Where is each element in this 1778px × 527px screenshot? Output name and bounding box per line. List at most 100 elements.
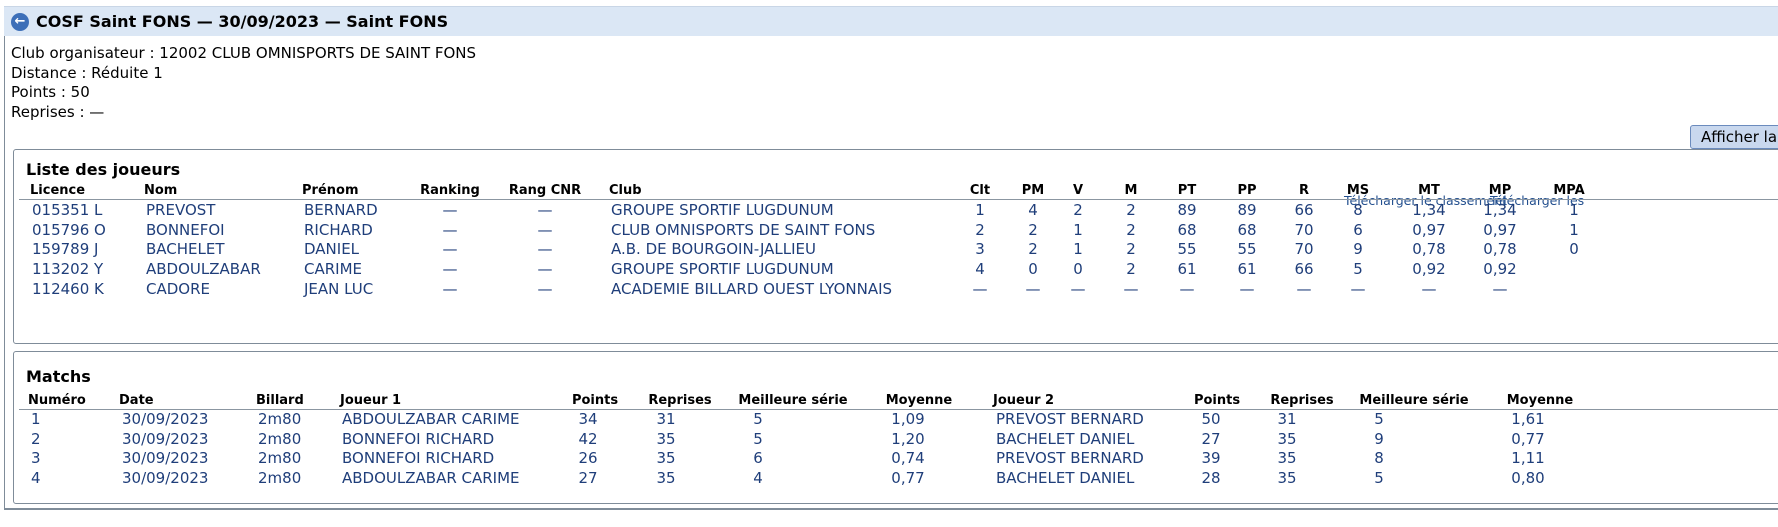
player-header-3: Ranking	[420, 183, 480, 198]
player-cell: PREVOST	[146, 201, 216, 219]
player-header-7: PM	[1021, 183, 1045, 198]
player-row[interactable]: 015351 L PREVOST BERNARD — — GROUPE SPORTIF L…	[14, 201, 1778, 221]
match-cell: BACHELET DANIEL	[996, 469, 1135, 488]
player-cell: —	[442, 201, 458, 219]
player-cell: 5	[1353, 260, 1363, 279]
match-cell: BONNEFOI RICHARD	[342, 429, 495, 448]
players-panel: Liste des joueurs Télécharger le classem…	[13, 149, 1778, 344]
player-row[interactable]: 159789 J BACHELET DANIEL — — A.B. DE BOURGOIN…	[14, 240, 1778, 260]
player-row[interactable]: 112460 K CADORE JEAN LUC — — ACADEMIE BILLARD…	[14, 280, 1778, 300]
match-row[interactable]: 1 30/09/2023 2m80 ABDOULZABAR CARIME 34 31 5 1,…	[14, 410, 1778, 430]
match-cell: 2m80	[258, 469, 302, 488]
player-cell: 1	[1569, 220, 1579, 239]
match-cell: 0,74	[891, 449, 925, 468]
player-cell: 61	[1177, 260, 1197, 279]
match-cell: 9	[1374, 429, 1384, 448]
player-cell: —	[1492, 279, 1508, 298]
player-cell: 61	[1237, 260, 1257, 279]
player-cell: —	[442, 279, 458, 298]
info-points: Points : 50	[11, 83, 90, 101]
player-header-6: Clt	[969, 183, 991, 198]
player-cell: —	[537, 220, 553, 239]
match-cell: 8	[1374, 449, 1384, 468]
player-cell: 89	[1237, 201, 1257, 219]
player-cell: 0	[1028, 260, 1038, 279]
player-header-15: MP	[1488, 183, 1512, 198]
player-header-14: MT	[1418, 183, 1440, 198]
match-header-10: Reprises	[1270, 393, 1334, 408]
player-cell: 1	[1073, 240, 1083, 259]
match-cell: 4	[31, 469, 41, 488]
match-cell: PREVOST BERNARD	[996, 410, 1144, 428]
show-synthesis-button[interactable]: Afficher la synth	[1690, 125, 1778, 149]
match-cell: BACHELET DANIEL	[996, 429, 1135, 448]
player-cell: 0,97	[1412, 220, 1446, 239]
match-cell: 5	[753, 429, 763, 448]
player-cell: 2	[1126, 260, 1136, 279]
match-cell: 35	[656, 449, 676, 468]
match-header-6: Meilleure série	[738, 393, 848, 408]
match-cell: 26	[578, 449, 598, 468]
player-cell: 89	[1177, 201, 1197, 219]
player-cell: JEAN LUC	[304, 279, 374, 298]
match-cell: 1,20	[891, 429, 925, 448]
player-cell: 1	[1073, 220, 1083, 239]
match-header-11: Meilleure série	[1359, 393, 1469, 408]
player-header-1: Nom	[144, 183, 178, 198]
match-row[interactable]: 2 30/09/2023 2m80 BONNEFOI RICHARD 42 35 5 1,20…	[14, 430, 1778, 450]
player-cell: 2	[1126, 220, 1136, 239]
player-header-8: V	[1072, 183, 1084, 198]
player-cell: 2	[975, 220, 985, 239]
match-cell: 35	[1277, 469, 1297, 488]
matches-table: Numéro Date Billard Joueur 1 Points Reprises M…	[14, 352, 1778, 503]
player-cell: 4	[1028, 201, 1038, 219]
match-cell: 0,77	[1511, 429, 1545, 448]
match-cell: 1,11	[1511, 449, 1545, 468]
player-cell: BACHELET	[146, 240, 225, 259]
player-cell: 1,34	[1412, 201, 1446, 219]
player-cell: —	[442, 240, 458, 259]
match-header-9: Points	[1193, 393, 1241, 408]
player-header-10: PT	[1177, 183, 1197, 198]
player-cell: 1	[1569, 201, 1579, 219]
match-cell: 39	[1201, 449, 1221, 468]
match-cell: 31	[656, 410, 676, 428]
player-cell: ACADEMIE BILLARD OUEST LYONNAIS	[611, 279, 893, 298]
player-cell: 0,92	[1483, 260, 1517, 279]
player-header-9: M	[1124, 183, 1138, 198]
match-row[interactable]: 4 30/09/2023 2m80 ABDOULZABAR CARIME 27 35 4 0,…	[14, 469, 1778, 489]
match-cell: 5	[753, 410, 763, 428]
player-cell: 68	[1177, 220, 1197, 239]
player-cell: 66	[1294, 201, 1314, 219]
player-row[interactable]: 015796 O BONNEFOI RICHARD — — CLUB OMNISPORTS…	[14, 221, 1778, 241]
player-cell: 0	[1073, 260, 1083, 279]
match-cell: 1	[31, 410, 41, 428]
player-cell: GROUPE SPORTIF LUGDUNUM	[611, 201, 834, 219]
match-cell: BONNEFOI RICHARD	[342, 449, 495, 468]
player-cell: —	[1296, 279, 1312, 298]
player-cell: 70	[1294, 220, 1314, 239]
player-cell: DANIEL	[304, 240, 360, 259]
player-cell: —	[1239, 279, 1255, 298]
back-arrow-icon[interactable]: ←	[11, 12, 29, 31]
player-cell: 8	[1353, 201, 1363, 219]
match-cell: 6	[753, 449, 763, 468]
match-cell: 3	[31, 449, 41, 468]
player-cell: —	[442, 260, 458, 279]
match-cell: 28	[1201, 469, 1221, 488]
info-distance: Distance : Réduite 1	[11, 63, 163, 82]
player-cell: —	[1350, 279, 1366, 298]
player-cell: BONNEFOI	[146, 220, 225, 239]
title-bar: ← COSF Saint FONS — 30/09/2023 — Saint F…	[4, 6, 1778, 36]
match-cell: 2m80	[258, 410, 302, 428]
match-cell: 0,77	[891, 469, 925, 488]
players-table: Licence Nom Prénom Ranking Rang CNR Club Clt PM…	[14, 150, 1778, 343]
player-cell: 68	[1237, 220, 1257, 239]
player-cell: —	[1025, 279, 1041, 298]
player-cell: CLUB OMNISPORTS DE SAINT FONS	[611, 220, 876, 239]
player-header-5: Club	[609, 183, 642, 198]
match-cell: 0,80	[1511, 469, 1545, 488]
player-row[interactable]: 113202 Y ABDOULZABAR CARIME — — GROUPE SPORTI…	[14, 260, 1778, 280]
match-row[interactable]: 3 30/09/2023 2m80 BONNEFOI RICHARD 26 35 6 0,74…	[14, 449, 1778, 469]
player-cell: 0	[1569, 240, 1579, 259]
